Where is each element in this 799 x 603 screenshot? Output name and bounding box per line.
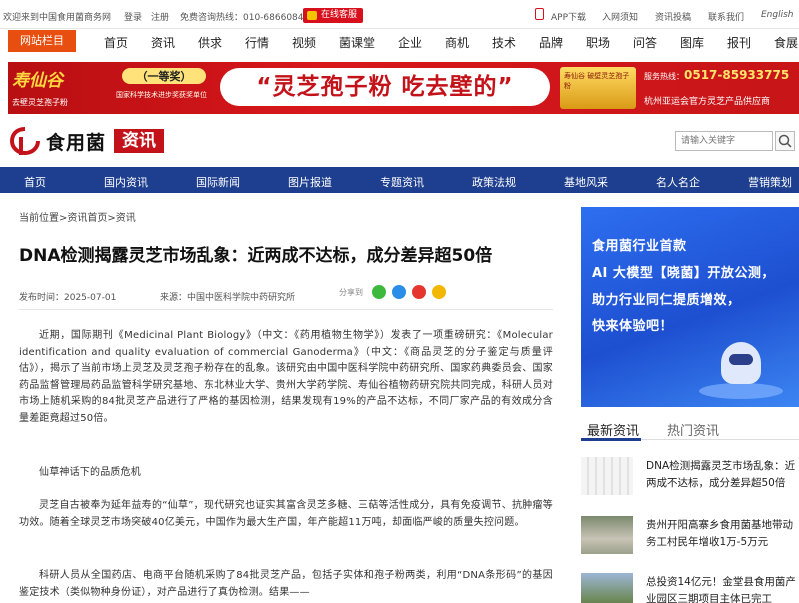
section-special[interactable]: 专题资讯	[380, 174, 424, 190]
register-link[interactable]: 注册	[151, 10, 169, 23]
share-label: 分享到	[339, 288, 363, 297]
nav-item-expo[interactable]: 食展	[774, 34, 798, 51]
app-download-link[interactable]: APP下载	[551, 10, 586, 23]
ad-banner[interactable]: 寿仙谷 去壁灵芝孢子粉 （一等奖） 国家科学技术进步奖获奖单位 “灵芝孢子粉 吃…	[8, 62, 799, 114]
news-title: 总投资14亿元！金堂县食用菌产业园区三期项目主体已完工	[646, 576, 796, 603]
list-item[interactable]: DNA检测揭露灵芝市场乱象：近两成不达标，成分差异超50倍	[581, 457, 799, 497]
article-subheading: 仙草神话下的品质危机	[39, 467, 141, 478]
top-bar: 欢迎来到中国食用菌商务网 登录 注册 免费咨询热线：010-68660844 在…	[0, 0, 799, 29]
news-thumbnail	[581, 457, 633, 495]
nav-item-tech[interactable]: 技术	[492, 34, 516, 51]
section-policy[interactable]: 政策法规	[472, 174, 516, 190]
banner-supplier: 杭州亚运会官方灵芝产品供应商	[644, 97, 771, 107]
news-tabs: 最新资讯 热门资讯	[581, 420, 799, 440]
welcome-text: 欢迎来到中国食用菌商务网	[3, 13, 112, 23]
wechat-share-icon[interactable]	[372, 285, 386, 299]
login-link[interactable]: 登录	[124, 10, 142, 23]
weibo-share-icon[interactable]	[412, 285, 426, 299]
banner-slogan: “灵芝孢子粉 吃去壁的”	[220, 68, 550, 106]
english-link[interactable]: English	[761, 10, 794, 20]
nav-item-qa[interactable]: 问答	[633, 34, 657, 51]
news-title: 贵州开阳高寨乡食用菌基地带动务工村民年增收1万-5万元	[646, 519, 793, 548]
search-button[interactable]	[775, 131, 795, 151]
section-celebrities[interactable]: 名人名企	[656, 174, 700, 190]
nav-item-jobs[interactable]: 职场	[586, 34, 610, 51]
logo-text: 食用菌	[46, 132, 107, 154]
article-title: DNA检测揭露灵芝市场乱象：近两成不达标，成分差异超50倍	[19, 246, 493, 266]
nav-item-supply[interactable]: 供求	[198, 34, 222, 51]
section-photo[interactable]: 图片报道	[288, 174, 332, 190]
tab-hot[interactable]: 热门资讯	[667, 420, 719, 439]
ai-model-ad[interactable]: 食用菌行业首款 AI 大模型【晓菌】开放公测， 助力行业同仁提质增效， 快来体验…	[581, 207, 799, 407]
section-marketing[interactable]: 营销策划	[748, 174, 792, 190]
platform-graphic	[699, 383, 783, 399]
product-box-image: 寿仙谷 破壁灵芝孢子粉	[560, 67, 636, 109]
ad-line-3: 助力行业同仁提质增效，	[592, 293, 741, 308]
article-paragraph-1: 近期，国际期刊《Medicinal Plant Biology》（中文：《药用植…	[19, 330, 553, 424]
site-columns-button[interactable]: 网站栏目	[8, 30, 76, 52]
hotline-text: 免费咨询热线：010-68660844	[180, 13, 310, 23]
site-logo-icon[interactable]	[10, 126, 40, 156]
ad-line-4: 快来体验吧！	[592, 319, 674, 334]
search-input[interactable]	[675, 131, 773, 151]
list-item[interactable]: 贵州开阳高寨乡食用菌基地带动务工村民年增收1万-5万元	[581, 516, 799, 556]
main-nav: 网站栏目 首页 资讯 供求 行情 视频 菌课堂 企业 商机 技术 品牌 职场 问…	[0, 29, 799, 55]
qzone-share-icon[interactable]	[432, 285, 446, 299]
section-domestic[interactable]: 国内资讯	[104, 174, 148, 190]
active-tab-indicator	[581, 438, 641, 441]
nav-item-class[interactable]: 菌课堂	[339, 34, 375, 51]
nav-item-home[interactable]: 首页	[104, 34, 128, 51]
breadcrumb[interactable]: 当前位置>资讯首页>资讯	[19, 209, 136, 224]
robot-icon	[721, 342, 761, 384]
publish-date: 发布时间：2025-07-01	[19, 293, 117, 303]
nav-item-company[interactable]: 企业	[398, 34, 422, 51]
nav-item-video[interactable]: 视频	[292, 34, 316, 51]
news-title: DNA检测揭露灵芝市场乱象：近两成不达标，成分差异超50倍	[646, 460, 796, 489]
nav-item-gallery[interactable]: 图库	[680, 34, 704, 51]
search-icon	[778, 134, 792, 148]
submit-news-link[interactable]: 资讯投稿	[655, 10, 691, 23]
ad-line-1: 食用菌行业首款	[592, 239, 687, 254]
phone-icon	[535, 8, 544, 20]
section-bases[interactable]: 基地风采	[564, 174, 608, 190]
article-source: 来源：中国中医科学院中药研究所	[160, 293, 296, 303]
list-item[interactable]: 总投资14亿元！金堂县食用菌产业园区三期项目主体已完工	[581, 573, 799, 603]
section-international[interactable]: 国际新闻	[196, 174, 240, 190]
ad-line-2: AI 大模型【晓菌】开放公测，	[592, 266, 775, 281]
banner-award: （一等奖） 国家科学技术进步奖获奖单位	[116, 68, 207, 99]
membership-link[interactable]: 入网须知	[602, 10, 638, 23]
nav-item-market[interactable]: 行情	[245, 34, 269, 51]
nav-item-brand[interactable]: 品牌	[539, 34, 563, 51]
chat-icon	[307, 11, 317, 20]
article-paragraph-3: 科研人员从全国药店、电商平台随机采购了84批灵芝产品，包括子实体和孢子粉两类，利…	[19, 570, 553, 598]
tab-latest[interactable]: 最新资讯	[587, 420, 639, 439]
logo-badge: 资讯	[114, 129, 164, 153]
online-service-button[interactable]: 在线客服	[303, 8, 363, 23]
section-nav: 首页 国内资讯 国际新闻 图片报道 专题资讯 政策法规 基地风采 名人名企 营销…	[0, 167, 799, 193]
news-thumbnail	[581, 516, 633, 554]
divider	[19, 309, 553, 310]
qq-share-icon[interactable]	[392, 285, 406, 299]
news-thumbnail	[581, 573, 633, 603]
article-paragraph-2: 灵芝自古被奉为延年益寿的“仙草”，现代研究也证实其富含灵芝多糖、三萜等活性成分，…	[19, 500, 553, 528]
nav-item-business[interactable]: 商机	[445, 34, 469, 51]
banner-brand: 寿仙谷 去壁灵芝孢子粉	[12, 71, 68, 107]
contact-link[interactable]: 联系我们	[708, 10, 744, 23]
banner-hotline: 服务热线：0517-85933775	[644, 68, 790, 82]
nav-item-journal[interactable]: 报刊	[727, 34, 751, 51]
nav-item-news[interactable]: 资讯	[151, 34, 175, 51]
section-home[interactable]: 首页	[24, 174, 46, 190]
